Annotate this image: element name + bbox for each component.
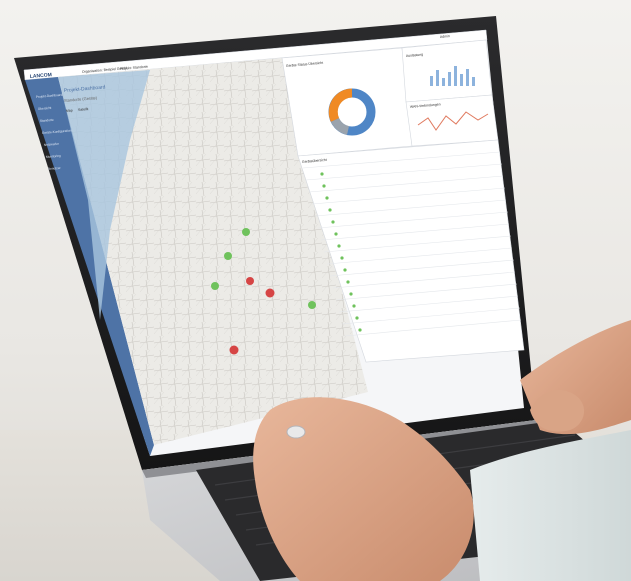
photo-scene: LANCOM Organisation: Beispiel GmbH Proje… <box>0 0 631 581</box>
traffic-panel <box>401 39 493 103</box>
pin-green <box>308 301 316 309</box>
pin-green <box>224 252 232 260</box>
pin-green <box>211 282 219 290</box>
pin-red <box>246 277 254 285</box>
pin-red <box>229 345 239 355</box>
map-tab-map: Map <box>66 108 73 113</box>
ring <box>286 425 306 439</box>
laptop-photo-illustration: LANCOM Organisation: Beispiel GmbH Proje… <box>14 16 631 581</box>
pin-red <box>265 288 275 298</box>
pin-green <box>242 228 250 236</box>
